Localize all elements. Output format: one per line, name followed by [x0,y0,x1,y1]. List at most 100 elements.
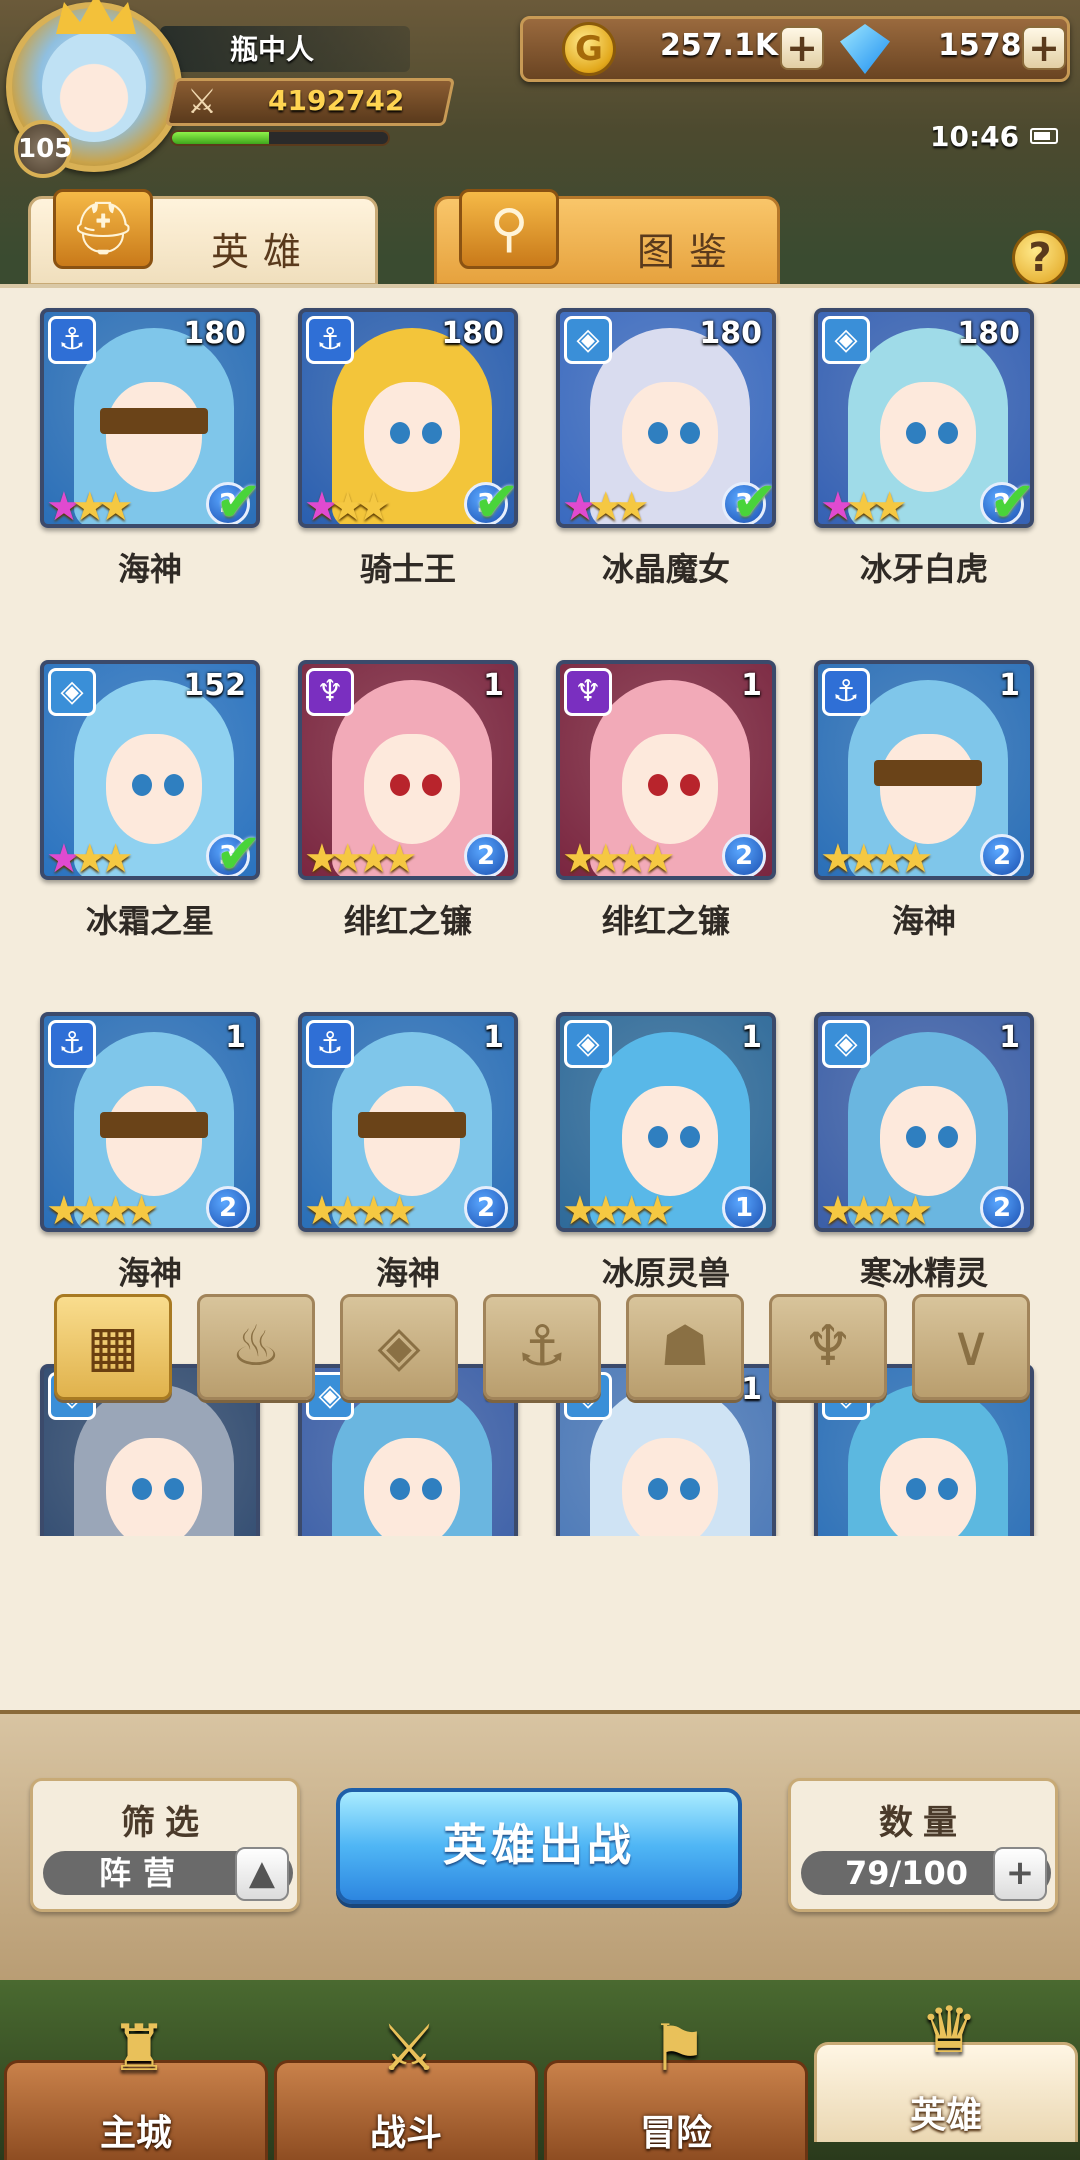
faction-filter-button[interactable]: ◈ [340,1294,458,1400]
hero-face [364,1086,460,1196]
star-icon: ★ [46,484,82,528]
hero-portrait: ♆ 1 ★★★★ 2 [298,660,518,880]
hero-eye [422,422,442,444]
top-bar: 105 瓶中人 ⚔ 4192742 G 257.1K + 1578 + 10:4… [0,0,1080,200]
hero-card[interactable]: ⚓ 1 ★★★★ 2 海神 [298,1012,518,1302]
faction-filter-button[interactable]: ☗ [626,1294,744,1400]
hero-name: 海神 [117,550,182,588]
hero-portrait: ⚓ 180 ★★★ 3 ✔ [298,308,518,528]
faction-filter-button[interactable]: ⚓ [483,1294,601,1400]
hero-portrait: ◈ 180 ★★★ 3 ✔ [556,308,776,528]
star-icon: ★ [639,836,676,880]
deploy-heroes-button[interactable]: 英雄出战 [336,1788,742,1904]
hero-card[interactable]: ◈ 180 ★★★ 3 ✔ 冰晶魔女 [556,308,776,598]
faction-filter-button[interactable]: ∨ [912,1294,1030,1400]
hero-card[interactable]: ♆ 1 ★★★★ 2 绯红之镰 [298,660,518,950]
blindfold [100,408,208,434]
diamond-faction-icon: ◈ [564,316,612,364]
hero-face [364,382,460,492]
hero-face [880,1438,976,1536]
hero-eye [132,774,152,796]
hero-level: 1 [999,1020,1020,1055]
crossed-swords-icon: ⚔ [380,2012,438,2086]
star-icon: ★ [562,836,598,880]
nav-item[interactable]: ♛ 英雄 [814,1994,1078,2142]
hero-eye [390,422,410,444]
flame-faction-icon: ♨ [230,1314,282,1379]
hero-rank-badge: 2 [206,1186,250,1228]
star-icon: ★ [46,836,82,880]
star-icon: ★ [613,484,650,528]
hero-rank-badge: 2 [464,834,508,876]
hero-name: 海神 [375,1254,440,1292]
battery-icon [1030,128,1058,144]
expand-capacity-button[interactable]: + [993,1847,1047,1901]
nav-item[interactable]: ⚑ 冒险 [544,2012,808,2160]
star-rating: ★★★★ [562,836,676,880]
hero-eye [680,1478,700,1500]
hero-face [106,734,202,844]
hero-name: 绯红之镰 [601,902,730,940]
crossed-swords-icon: ⚔ [186,82,218,122]
faction-filter-button[interactable]: ♆ [769,1294,887,1400]
tab-heroes[interactable]: ⛑ 英雄 [28,189,378,286]
hero-eye [906,1126,926,1148]
hero-face [622,382,718,492]
deployed-check-icon: ✔ [473,470,518,528]
star-rating: ★★★★ [562,1188,675,1228]
hero-card[interactable]: ◈ 1 ★★★★ 1 冰原灵兽 [556,1012,776,1302]
add-gold-button[interactable]: + [780,26,824,70]
hero-card[interactable]: ◈ 152 ★★★ 3 ✔ 冰霜之星 [40,660,260,950]
hero-card[interactable]: ⚓ 1 ★★★★ 2 海神 [40,1012,260,1302]
hero-face [106,1438,202,1536]
hero-card[interactable]: ⚓ 1 ★★★★ 2 海神 [814,660,1034,950]
faction-filter-row: ▦ ♨ ◈ ⚓ ☗ ♆ ∨ [0,1294,1080,1404]
nav-label: 冒险 [639,2113,712,2154]
star-icon: ★ [123,1188,160,1232]
hero-face [880,382,976,492]
hero-name: 冰牙白虎 [859,550,988,588]
filter-box: 筛选 阵营 ▲ [30,1778,300,1912]
clock: 10:46 [930,120,1020,153]
nav-item[interactable]: ♜ 主城 [4,2012,268,2160]
chevron-up-icon[interactable]: ▲ [235,1847,289,1901]
star-icon: ★ [897,836,934,880]
help-button[interactable]: ? [1012,230,1068,286]
hero-card[interactable]: ◈ 1 ★★★★ 2 寒冰精灵 [814,1012,1034,1302]
tab-guide-label: 图鉴 [637,230,742,274]
deployed-check-icon: ✔ [989,470,1034,528]
hero-eye [680,1126,700,1148]
star-rating: ★★★★ [820,1188,934,1232]
diamond-faction-icon: ◈ [822,1020,870,1068]
hero-portrait: ◈ 1 ★★★★ 2 [814,1012,1034,1232]
faction-filter-button[interactable]: ♨ [197,1294,315,1400]
star-icon: ★ [71,484,108,528]
hero-card[interactable]: ⚓ 180 ★★★ 3 ✔ 骑士王 [298,308,518,598]
star-icon: ★ [845,484,882,528]
star-icon: ★ [820,484,856,528]
anchor-faction-icon: ⚓ [48,1020,96,1068]
count-title: 数量 [879,1803,967,1843]
hero-card[interactable]: ◈ 180 ★★★ 2 ✔ 冰牙白虎 [814,308,1034,598]
hero-name: 冰霜之星 [85,902,214,940]
demon-faction-icon: ♆ [564,668,612,716]
star-icon: ★ [562,484,598,528]
star-icon: ★ [97,836,134,880]
nav-item[interactable]: ⚔ 战斗 [274,2012,538,2160]
anchor-faction-icon: ⚓ [306,1020,354,1068]
hero-card[interactable]: ⚓ 180 ★★★ 2 ✔ 海神 [40,308,260,598]
beast-faction-icon: ☗ [659,1314,711,1379]
hero-eye [648,422,668,444]
faction-filter-button[interactable]: ▦ [54,1294,172,1400]
tab-guide[interactable]: ⚲ 图鉴 [434,189,780,286]
add-gem-button[interactable]: + [1022,26,1066,70]
hero-name: 海神 [891,902,956,940]
hero-eye [938,422,958,444]
star-rating: ★★★★ [304,1188,417,1232]
hero-eye [938,1478,958,1500]
star-icon: ★ [355,1188,392,1232]
hero-card[interactable]: ♆ 1 ★★★★ 2 绯红之镰 [556,660,776,950]
star-icon: ★ [897,1188,934,1232]
hero-name: 冰晶魔女 [601,550,730,588]
hero-eye [648,1126,668,1148]
